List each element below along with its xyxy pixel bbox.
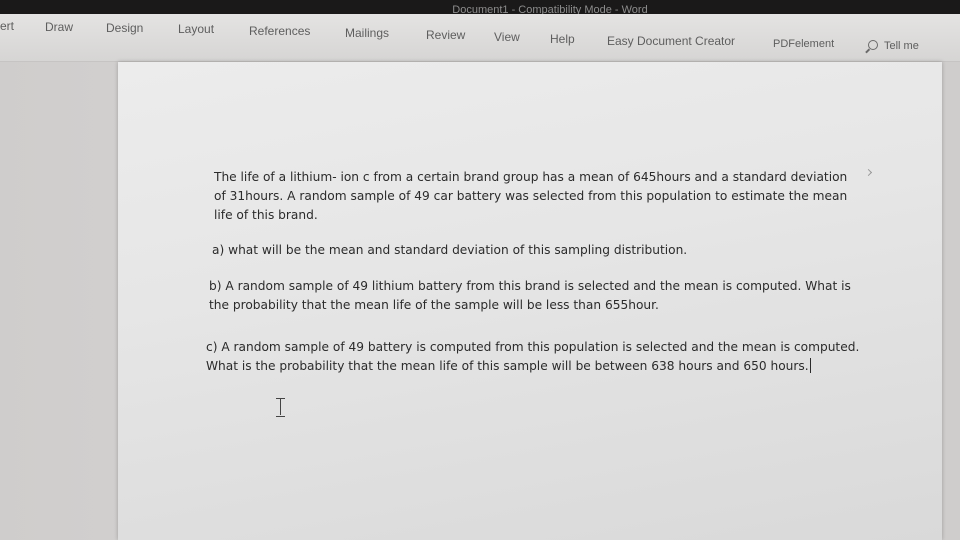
- tab-insert[interactable]: ert: [0, 19, 14, 33]
- search-icon: [868, 40, 878, 50]
- tab-help[interactable]: Help: [550, 32, 575, 46]
- tell-me-label: Tell me: [884, 40, 919, 52]
- tab-design[interactable]: Design: [106, 21, 143, 35]
- tell-me-search[interactable]: Tell me: [868, 40, 919, 52]
- tab-easy-document-creator[interactable]: Easy Document Creator: [607, 34, 735, 48]
- tab-pdfelement[interactable]: PDFelement: [773, 38, 834, 50]
- ribbon-tab-bar: ert Draw Design Layout References Mailin…: [0, 14, 960, 62]
- tab-layout[interactable]: Layout: [178, 22, 214, 36]
- question-intro-paragraph[interactable]: The life of a lithium- ion c from a cert…: [214, 168, 854, 225]
- text-caret: [809, 358, 811, 373]
- tab-mailings[interactable]: Mailings: [345, 26, 389, 40]
- tab-view[interactable]: View: [494, 30, 520, 44]
- question-part-b[interactable]: b) A random sample of 49 lithium battery…: [209, 277, 869, 315]
- tab-review[interactable]: Review: [426, 28, 465, 42]
- tab-draw[interactable]: Draw: [45, 20, 73, 34]
- tab-references[interactable]: References: [249, 24, 310, 38]
- ibeam-cursor-icon: [276, 398, 285, 417]
- question-part-c-text: c) A random sample of 49 battery is comp…: [206, 340, 860, 373]
- question-part-c[interactable]: c) A random sample of 49 battery is comp…: [206, 338, 866, 376]
- question-part-a[interactable]: a) what will be the mean and standard de…: [212, 241, 852, 260]
